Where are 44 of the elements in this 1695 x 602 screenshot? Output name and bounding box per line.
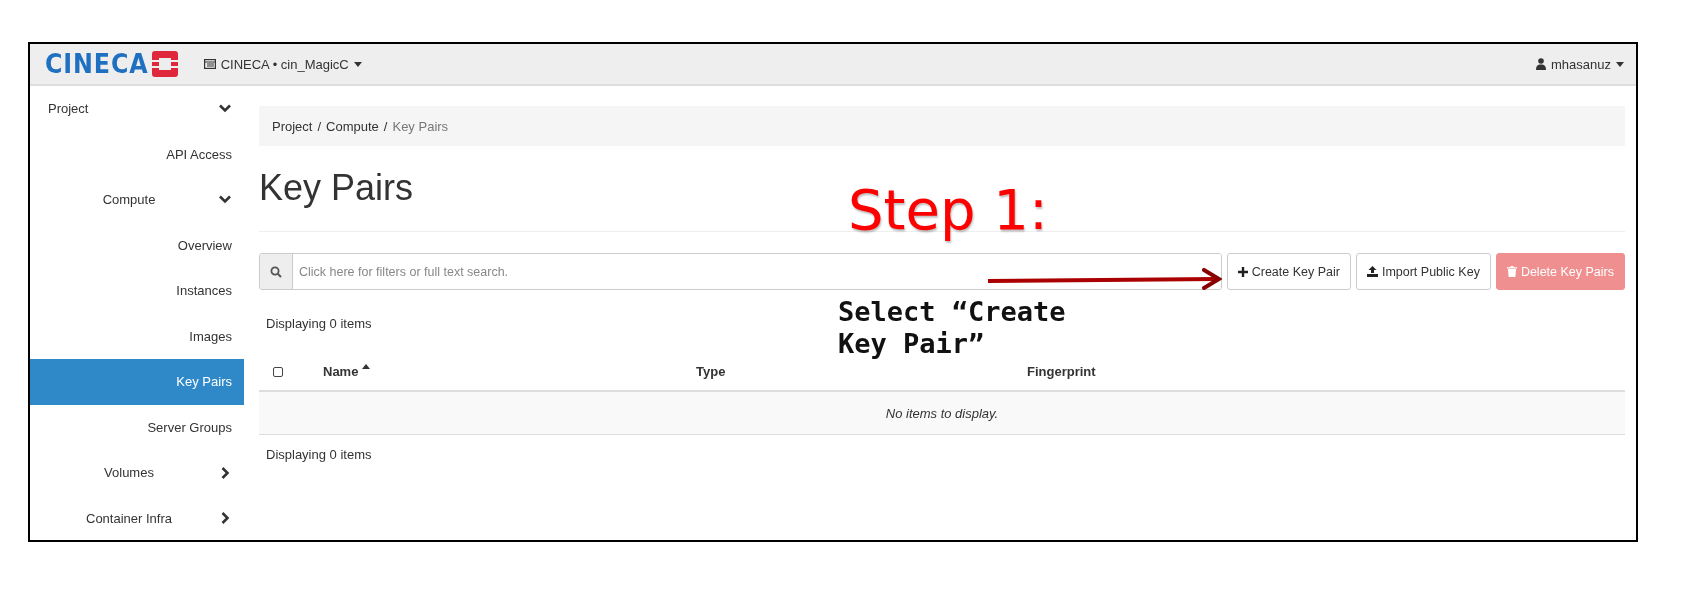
table-icon — [203, 59, 216, 69]
sidebar-group[interactable]: Project — [30, 86, 244, 132]
column-header[interactable]: Fingerprint — [1027, 363, 1096, 379]
checkbox[interactable] — [273, 367, 283, 378]
step-instruction: Select “Create Key Pair” — [838, 296, 1067, 360]
search-field[interactable]: Click here for filters or full text search. — [259, 253, 1222, 290]
sidebar-item[interactable]: Key Pairs — [30, 359, 244, 405]
breadcrumb-current: Key Pairs — [392, 118, 449, 134]
sidebar-item[interactable]: Overview — [30, 222, 244, 268]
sidebar-item[interactable]: Images — [30, 313, 244, 359]
breadcrumb-separator: / — [317, 118, 322, 134]
chevron-down-icon — [219, 195, 231, 205]
sidebar-item[interactable]: Server Groups — [30, 404, 244, 450]
logo-icon — [151, 51, 178, 77]
caret-icon — [353, 61, 362, 67]
empty-message: No items to display. — [259, 391, 1625, 435]
create-button[interactable]: Create Key Pair — [1226, 253, 1351, 290]
chevron-right-icon — [220, 466, 230, 479]
user-icon — [1536, 58, 1546, 70]
breadcrumb-separator: / — [383, 118, 388, 134]
sidebar-group[interactable]: Volumes — [30, 450, 244, 496]
search-icon — [270, 265, 282, 278]
step-title: Step 1: — [848, 178, 1048, 242]
chevron-down-icon — [219, 104, 231, 114]
sidebar-group[interactable]: Compute — [30, 177, 244, 223]
item-count: Displaying 0 items — [266, 447, 373, 462]
plus-icon — [1237, 266, 1248, 277]
breadcrumb-link[interactable]: Project — [272, 118, 313, 134]
import-button[interactable]: Import Public Key — [1355, 253, 1491, 290]
trash-icon — [1506, 266, 1517, 277]
user-menu[interactable]: mhasanuz — [1536, 56, 1624, 72]
logo-text: CINECA — [45, 51, 149, 77]
sort-ascending-icon — [362, 363, 371, 369]
column-header[interactable]: Type — [696, 363, 726, 379]
caret-icon — [1616, 61, 1624, 67]
project-menu[interactable]: CINECA • cin_MagicC — [203, 56, 362, 72]
upload-icon — [1366, 266, 1378, 277]
sidebar-group[interactable]: Container Infra — [30, 495, 244, 540]
sidebar-item[interactable]: API Access — [30, 131, 244, 177]
column-header[interactable]: Name — [323, 363, 371, 379]
item-count: Displaying 0 items — [266, 316, 373, 333]
sidebar-item[interactable]: Instances — [30, 268, 244, 314]
breadcrumb-link[interactable]: Compute — [326, 118, 379, 134]
chevron-right-icon — [220, 512, 230, 525]
